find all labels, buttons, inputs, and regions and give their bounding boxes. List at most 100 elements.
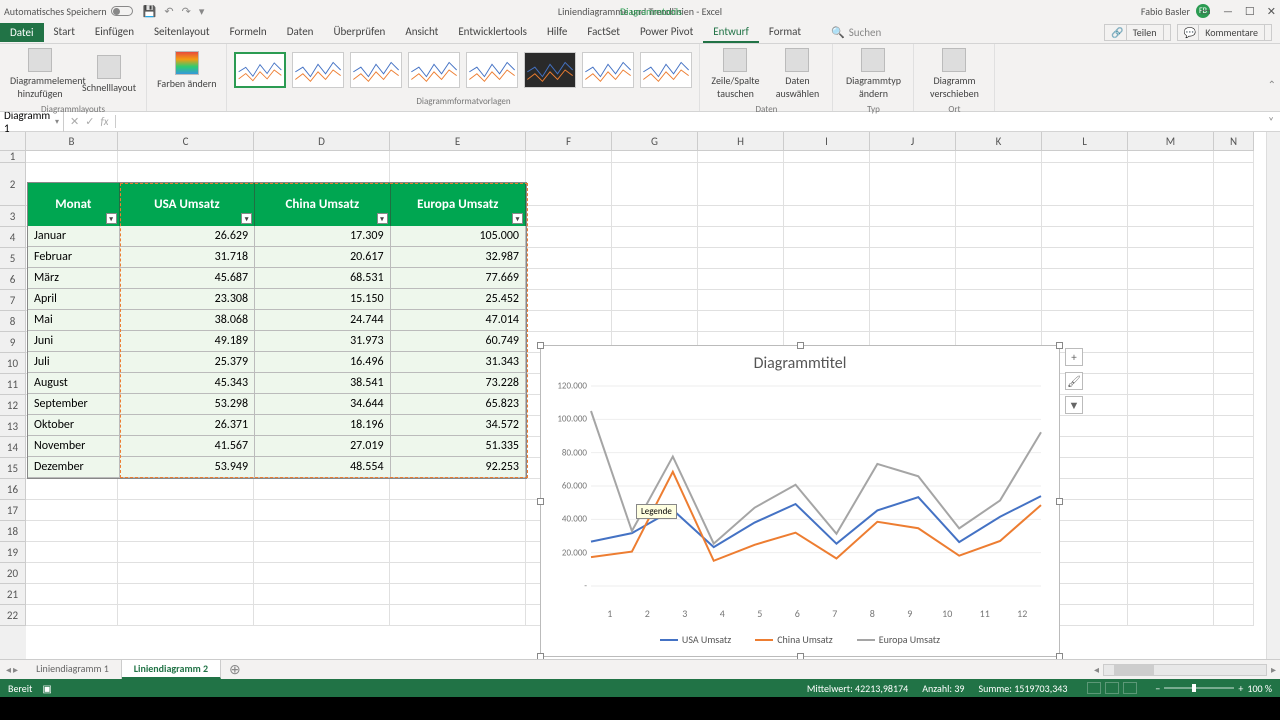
maximize-icon[interactable]: ☐ bbox=[1245, 5, 1255, 18]
cell-europa[interactable]: 105.000 bbox=[391, 226, 526, 247]
chart-style-thumb[interactable] bbox=[640, 52, 692, 88]
filter-icon[interactable]: ▾ bbox=[241, 213, 252, 224]
chart-elements-icon[interactable]: + bbox=[1065, 348, 1083, 366]
search-box[interactable]: 🔍 Suchen bbox=[831, 26, 881, 39]
filter-icon[interactable]: ▾ bbox=[377, 213, 388, 224]
table-header[interactable]: Europa Umsatz▾ bbox=[391, 183, 526, 226]
horizontal-scrollbar[interactable]: ◂▸ bbox=[1090, 663, 1280, 677]
view-page-layout-icon[interactable] bbox=[1105, 682, 1119, 694]
tab-start[interactable]: Start bbox=[44, 22, 85, 43]
cell-china[interactable]: 15.150 bbox=[255, 289, 390, 310]
cell-europa[interactable]: 32.987 bbox=[391, 247, 526, 268]
row-header[interactable]: 10 bbox=[0, 353, 26, 374]
select-data-button[interactable]: Daten auswählen bbox=[768, 46, 826, 102]
chart-style-thumb[interactable] bbox=[524, 52, 576, 88]
change-chart-type-button[interactable]: Diagrammtyp ändern bbox=[839, 46, 907, 102]
row-header[interactable]: 6 bbox=[0, 269, 26, 290]
tab-überprüfen[interactable]: Überprüfen bbox=[323, 22, 395, 43]
cell-usa[interactable]: 23.308 bbox=[120, 289, 255, 310]
chart-style-thumb[interactable] bbox=[582, 52, 634, 88]
expand-formula-bar-icon[interactable]: ˅ bbox=[1262, 115, 1280, 128]
cell-month[interactable]: November bbox=[28, 436, 120, 457]
row-header[interactable]: 4 bbox=[0, 227, 26, 248]
cell-usa[interactable]: 53.298 bbox=[120, 394, 255, 415]
move-chart-button[interactable]: Diagramm verschieben bbox=[920, 46, 988, 102]
cell-month[interactable]: September bbox=[28, 394, 120, 415]
column-header[interactable]: B bbox=[26, 132, 118, 151]
column-header[interactable]: E bbox=[390, 132, 526, 151]
chart-style-thumb[interactable] bbox=[408, 52, 460, 88]
table-row[interactable]: September53.29834.64465.823 bbox=[28, 394, 526, 415]
cell-month[interactable]: April bbox=[28, 289, 120, 310]
save-icon[interactable]: 💾 bbox=[143, 5, 157, 18]
table-row[interactable]: Dezember53.94948.55492.253 bbox=[28, 457, 526, 478]
legend-item[interactable]: Europa Umsatz bbox=[857, 633, 940, 646]
add-sheet-button[interactable]: ⊕ bbox=[221, 661, 249, 678]
row-header[interactable]: 21 bbox=[0, 584, 26, 605]
cell-europa[interactable]: 73.228 bbox=[391, 373, 526, 394]
cell-month[interactable]: Februar bbox=[28, 247, 120, 268]
tab-formeln[interactable]: Formeln bbox=[220, 22, 277, 43]
table-header[interactable]: China Umsatz▾ bbox=[255, 183, 390, 226]
cell-month[interactable]: Oktober bbox=[28, 415, 120, 436]
close-icon[interactable]: ✕ bbox=[1267, 5, 1276, 18]
row-header[interactable]: 13 bbox=[0, 416, 26, 437]
sheet-tab[interactable]: Liniendiagramm 2 bbox=[122, 660, 221, 679]
tab-file[interactable]: Datei bbox=[0, 23, 44, 42]
cell-europa[interactable]: 31.343 bbox=[391, 352, 526, 373]
chart-title[interactable]: Diagrammtitel bbox=[541, 346, 1059, 381]
qat-more-icon[interactable]: ▾ bbox=[199, 5, 205, 18]
cell-china[interactable]: 38.541 bbox=[255, 373, 390, 394]
collapse-ribbon-icon[interactable]: ⌃ bbox=[1268, 78, 1276, 91]
row-header[interactable]: 9 bbox=[0, 332, 26, 353]
redo-icon[interactable]: ↷ bbox=[182, 5, 191, 18]
x-axis[interactable]: 123456789101112 bbox=[591, 607, 1041, 620]
view-page-break-icon[interactable] bbox=[1123, 682, 1137, 694]
view-normal-icon[interactable] bbox=[1087, 682, 1101, 694]
worksheet-area[interactable]: BCDEFGHIJKLMN 12345678910111213141516171… bbox=[0, 132, 1280, 659]
table-row[interactable]: Juni49.18931.97360.749 bbox=[28, 331, 526, 352]
table-row[interactable]: März45.68768.53177.669 bbox=[28, 268, 526, 289]
column-header[interactable]: L bbox=[1042, 132, 1128, 151]
column-header[interactable]: N bbox=[1214, 132, 1254, 151]
legend-item[interactable]: China Umsatz bbox=[755, 633, 833, 646]
cell-china[interactable]: 17.309 bbox=[255, 226, 390, 247]
cell-month[interactable]: August bbox=[28, 373, 120, 394]
cell-china[interactable]: 31.973 bbox=[255, 331, 390, 352]
cell-usa[interactable]: 26.629 bbox=[120, 226, 255, 247]
table-row[interactable]: Juli25.37916.49631.343 bbox=[28, 352, 526, 373]
chart-style-thumb[interactable] bbox=[466, 52, 518, 88]
row-header[interactable]: 18 bbox=[0, 521, 26, 542]
row-header[interactable]: 11 bbox=[0, 374, 26, 395]
table-row[interactable]: Mai38.06824.74447.014 bbox=[28, 310, 526, 331]
cell-usa[interactable]: 31.718 bbox=[120, 247, 255, 268]
ribbon-options-icon[interactable]: ▭ bbox=[1201, 5, 1211, 18]
filter-icon[interactable]: ▾ bbox=[106, 213, 117, 224]
table-row[interactable]: April23.30815.15025.452 bbox=[28, 289, 526, 310]
cell-china[interactable]: 27.019 bbox=[255, 436, 390, 457]
cell-china[interactable]: 48.554 bbox=[255, 457, 390, 478]
cell-china[interactable]: 20.617 bbox=[255, 247, 390, 268]
row-header[interactable]: 3 bbox=[0, 206, 26, 227]
zoom-slider[interactable] bbox=[1164, 687, 1234, 689]
cell-month[interactable]: Januar bbox=[28, 226, 120, 247]
chart-legend[interactable]: USA UmsatzChina UmsatzEuropa Umsatz bbox=[541, 633, 1059, 646]
row-header[interactable]: 14 bbox=[0, 437, 26, 458]
cell-europa[interactable]: 77.669 bbox=[391, 268, 526, 289]
zoom-level[interactable]: 100 % bbox=[1247, 682, 1272, 695]
table-row[interactable]: August45.34338.54173.228 bbox=[28, 373, 526, 394]
cell-month[interactable]: Juni bbox=[28, 331, 120, 352]
add-chart-element-button[interactable]: Diagrammelement hinzufügen bbox=[6, 46, 74, 102]
cell-europa[interactable]: 60.749 bbox=[391, 331, 526, 352]
column-header[interactable]: F bbox=[526, 132, 612, 151]
row-header[interactable]: 1 bbox=[0, 151, 26, 163]
chart-filters-icon[interactable]: ▼ bbox=[1065, 396, 1083, 414]
cell-month[interactable]: März bbox=[28, 268, 120, 289]
cell-europa[interactable]: 34.572 bbox=[391, 415, 526, 436]
share-button[interactable]: 🔗 Teilen bbox=[1104, 24, 1171, 41]
cell-europa[interactable]: 92.253 bbox=[391, 457, 526, 478]
row-header[interactable]: 7 bbox=[0, 290, 26, 311]
chart-style-thumb[interactable] bbox=[234, 52, 286, 88]
cell-month[interactable]: Mai bbox=[28, 310, 120, 331]
zoom-out-icon[interactable]: − bbox=[1155, 682, 1160, 695]
